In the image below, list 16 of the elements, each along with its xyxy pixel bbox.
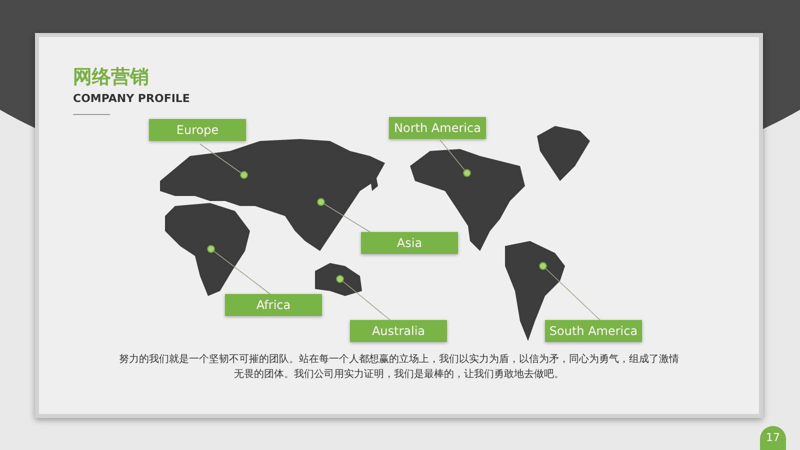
location-marker-icon xyxy=(463,169,471,177)
location-marker-icon xyxy=(240,171,248,179)
slide-subtitle: COMPANY PROFILE xyxy=(73,92,190,105)
region-label: South America xyxy=(545,320,642,342)
description-text: 努力的我们就是一个坚韧不可摧的团队。站在每一个人都想赢的立场上，我们以实力为盾，以信为矛，同心为勇气，组成了激情无畏的团体。我们公司用实力证明，我们是最棒的，让我们勇敢地去做吧。 xyxy=(119,352,679,382)
region-label: Asia xyxy=(361,232,458,254)
location-marker-icon xyxy=(539,262,547,270)
location-marker-icon xyxy=(336,275,344,283)
location-marker-icon xyxy=(317,198,325,206)
region-label: Africa xyxy=(225,294,322,316)
page-number: 17 xyxy=(760,426,786,450)
slide-title: 网络营销 xyxy=(73,65,149,89)
region-label: Europe xyxy=(149,119,246,141)
region-label: North America xyxy=(389,117,486,139)
location-marker-icon xyxy=(207,245,215,253)
region-label: Australia xyxy=(350,320,447,342)
